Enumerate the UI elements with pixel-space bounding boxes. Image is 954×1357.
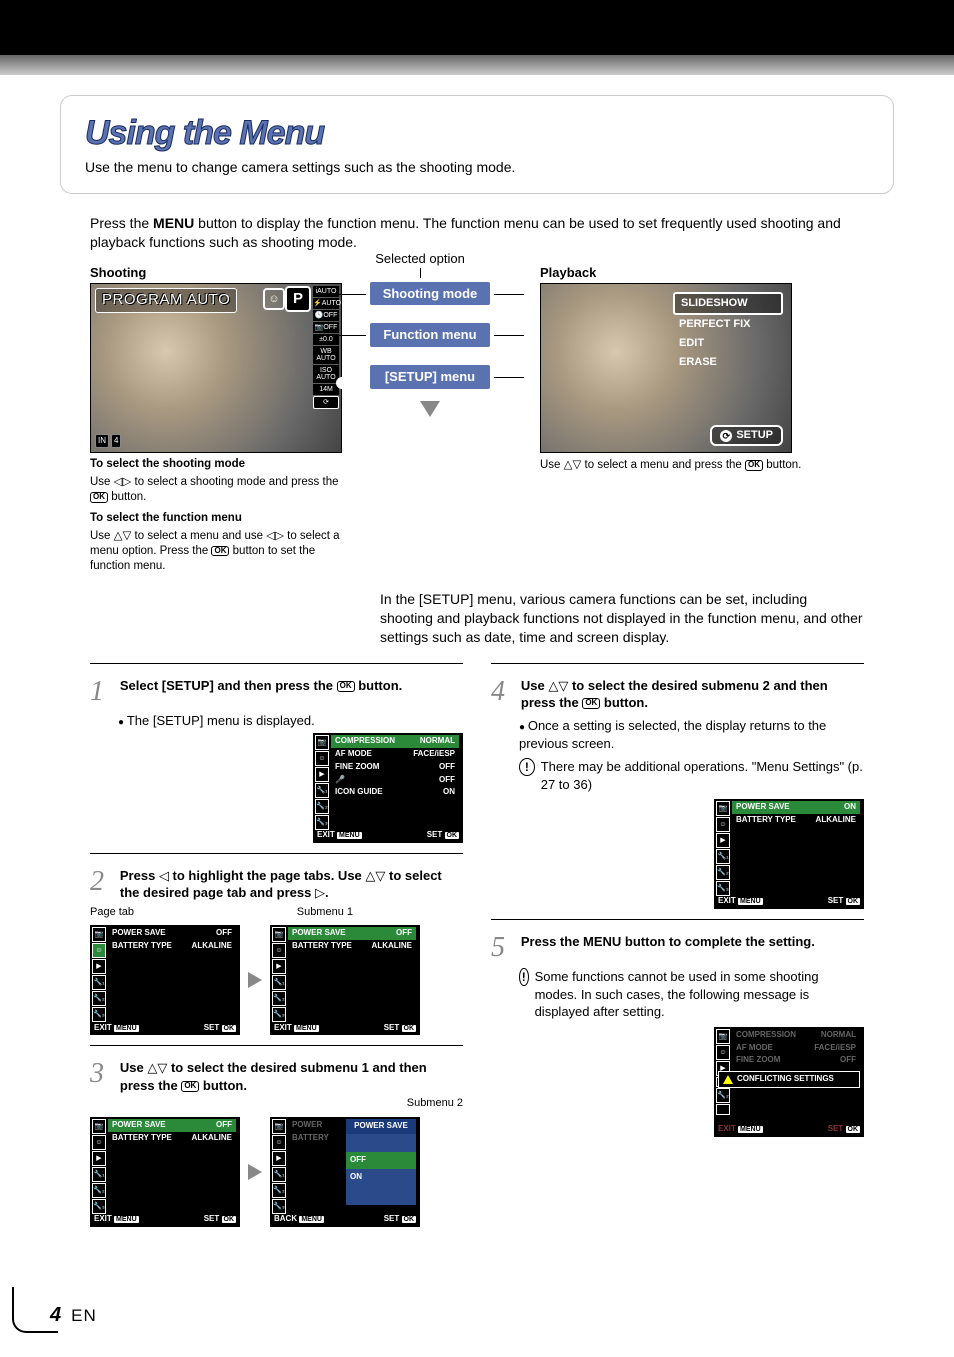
step-1: 1 Select [SETUP] and then press the OK b… (90, 678, 463, 844)
step-2: 2 Press ◁ to highlight the page tabs. Us… (90, 868, 463, 1035)
playback-label: Playback (540, 264, 864, 282)
playback-help: Use △▽ to select a menu and press the OK… (540, 457, 864, 473)
strip-item: WB AUTO (313, 346, 339, 364)
erase-item: ERASE (673, 353, 783, 372)
slideshow-item: SLIDESHOW (673, 292, 783, 315)
submenu2-popup-lcd: 📷☺▶🔧₁🔧₂🔧₃ POWER BATTERY POWER SAVE OFF (270, 1117, 420, 1227)
playback-setup-button: ⟳ SETUP (710, 425, 783, 446)
intro-text: Press the MENU button to display the fun… (90, 214, 864, 252)
down-arrow-icon (420, 401, 440, 417)
shots-remaining: 4 (111, 434, 121, 449)
strip-item: ⚡AUTO (313, 298, 339, 309)
program-auto-banner: PROGRAM AUTO (95, 288, 237, 312)
step-4: 4 Use △▽ to select the desired submenu 2… (491, 678, 864, 910)
mode-strip: iAUTO ⚡AUTO 🕓OFF 📷OFF ±0.0 WB AUTO ISO A… (313, 286, 339, 450)
p-mode-icon: P (285, 286, 311, 312)
shooting-lcd: PROGRAM AUTO ☺ P iAUTO ⚡AUTO 🕓OFF 📷OFF ±… (90, 283, 342, 453)
step-5: 5 Press the MENU button to complete the … (491, 934, 864, 1137)
strip-item: iAUTO (313, 286, 339, 297)
function-menu-pill: Function menu (370, 323, 490, 347)
note-icon: ! (519, 758, 535, 776)
page-subtitle: Use the menu to change camera settings s… (85, 159, 869, 175)
setup-menu-pill: [SETUP] menu (370, 365, 490, 389)
page-title: Using the Menu (85, 114, 869, 153)
right-arrow-icon (248, 1164, 262, 1180)
playback-menu: SLIDESHOW PERFECT FIX EDIT ERASE (673, 292, 783, 371)
submenu1-lcd: 📷☺▶🔧₁🔧₂🔧₃ POWER SAVEOFF BATTERY TYPEALKA… (270, 925, 420, 1035)
edit-item: EDIT (673, 334, 783, 353)
right-arrow-icon (248, 972, 262, 988)
shooting-label: Shooting (90, 264, 350, 282)
strip-item: 14M (313, 384, 339, 395)
playback-lcd: SLIDESHOW PERFECT FIX EDIT ERASE ⟳ SETUP (540, 283, 792, 453)
submenu1-sel-lcd: 📷☺▶🔧₁🔧₂🔧₃ POWER SAVEOFF BATTERY TYPEALKA… (90, 1117, 240, 1227)
title-block: Using the Menu Use the menu to change ca… (60, 95, 894, 194)
shooting-mode-pill: Shooting mode (370, 282, 490, 306)
page-tab-lcd: 📷☺▶🔧₁🔧₂🔧₃ POWER SAVEOFF BATTERY TYPEALKA… (90, 925, 240, 1035)
setup-strip-icon: ⟳ (313, 396, 339, 409)
strip-item: ISO AUTO (313, 365, 339, 383)
page-footer: 4 EN (50, 1304, 97, 1327)
face-icon: ☺ (263, 288, 285, 310)
setup-description: In the [SETUP] menu, various camera func… (380, 590, 864, 647)
strip-item: 📷OFF (313, 322, 339, 333)
selected-option-label: Selected option (340, 250, 500, 268)
shooting-help: To select the shooting mode Use ◁▷ to se… (90, 457, 350, 574)
note-icon: ! (519, 968, 529, 986)
strip-item: 🕓OFF (313, 310, 339, 321)
conflicting-lcd: 📷☺▶🔧₂ COMPRESSIONNORMAL AF MODEFACE/iESP… (714, 1027, 864, 1137)
setup-menu-lcd: 📷☺▶🔧₁🔧₂🔧₃ COMPRESSIONNORMAL AF MODEFACE/… (313, 733, 463, 843)
perfect-fix-item: PERFECT FIX (673, 315, 783, 334)
setup-dot-icon: ⟳ (720, 430, 732, 442)
step-3: 3 Use △▽ to select the desired submenu 1… (90, 1060, 463, 1226)
card-icon: IN (95, 434, 109, 449)
power-on-lcd: 📷☺▶🔧₁🔧₂🔧₃ POWER SAVEON BATTERY TYPEALKAL… (714, 799, 864, 909)
power-save-popup: POWER SAVE OFF ON (346, 1119, 416, 1205)
warning-icon (723, 1075, 733, 1084)
